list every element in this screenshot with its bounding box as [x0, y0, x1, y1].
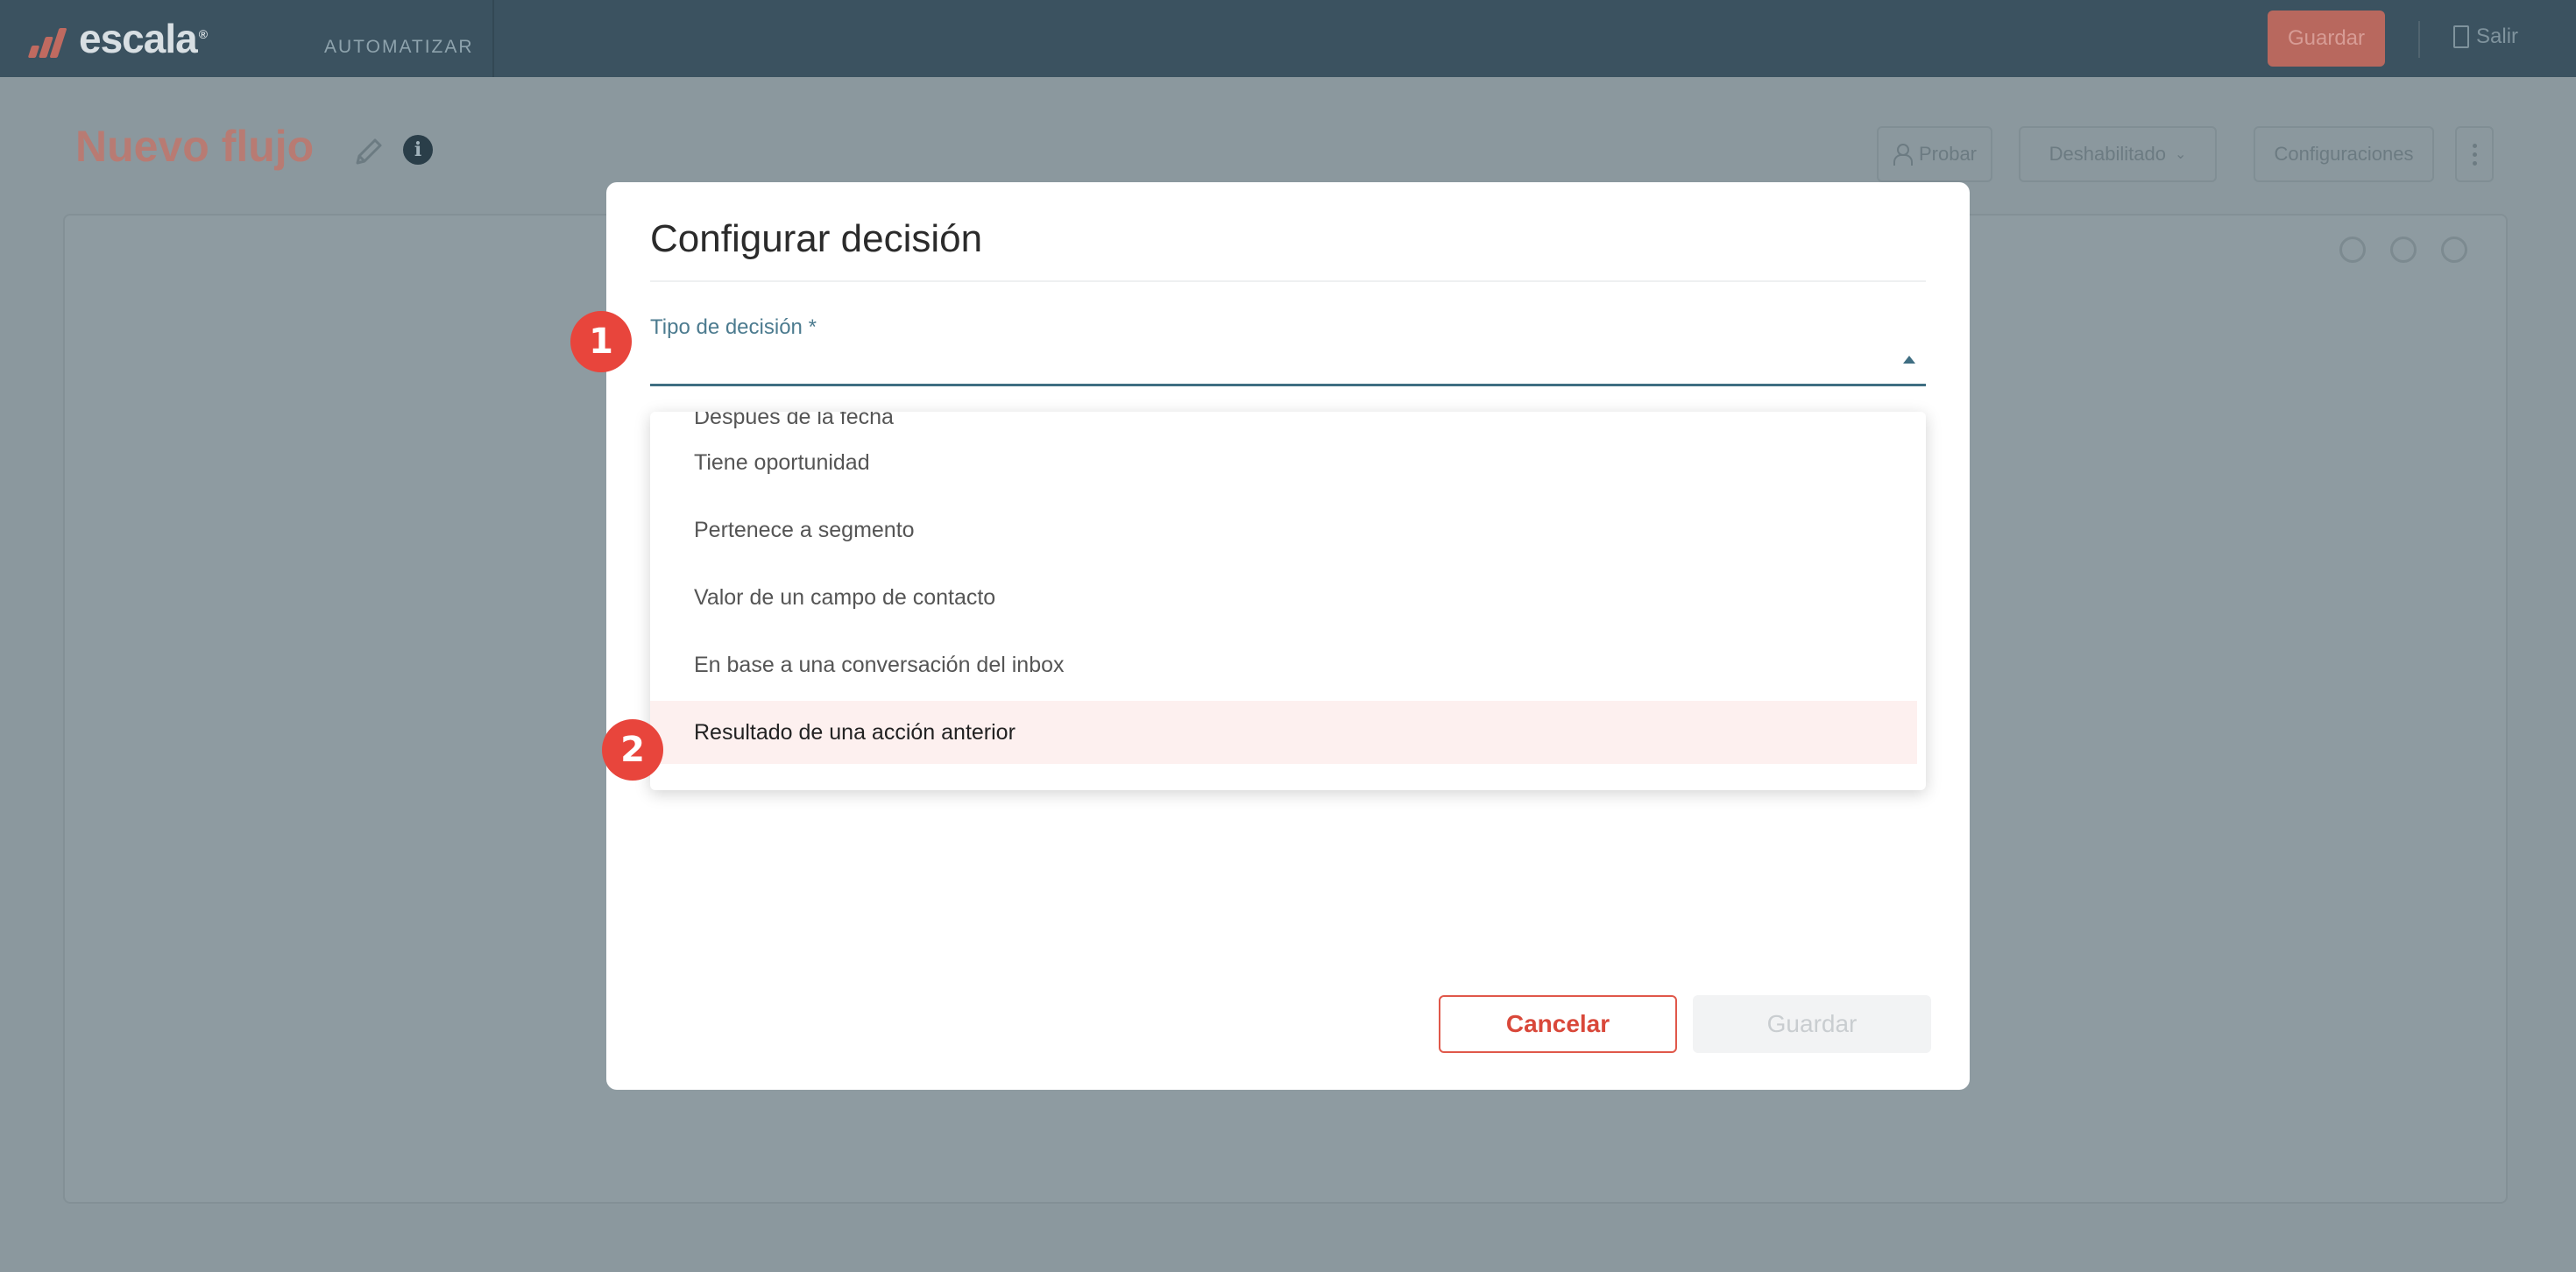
modal-divider [650, 280, 1926, 282]
more-vertical-icon [2472, 143, 2477, 166]
step-badge-1: 1 [570, 311, 632, 372]
settings-button[interactable]: Configuraciones [2254, 126, 2434, 182]
status-label: Deshabilitado [2049, 143, 2166, 165]
top-navbar: escala ® AUTOMATIZAR Guardar Salir [0, 0, 2576, 77]
logo-text: escala ® [79, 16, 208, 61]
center-icon[interactable] [2390, 237, 2417, 263]
decision-type-select[interactable] [650, 384, 1926, 386]
exit-label: Salir [2476, 25, 2519, 48]
top-save-button[interactable]: Guardar [2268, 11, 2385, 67]
option-has-opportunity[interactable]: Tiene oportunidad [650, 431, 1926, 494]
decision-type-menu: Después de la fecha Tiene oportunidad Pe… [650, 412, 1926, 790]
flow-title: Nuevo flujo [75, 122, 315, 171]
more-options-button[interactable] [2455, 126, 2494, 182]
save-button[interactable]: Guardar [1693, 995, 1931, 1053]
caret-up-icon[interactable] [1903, 356, 1915, 364]
test-button[interactable]: Probar [1877, 126, 1992, 182]
configure-decision-modal: Configurar decisión Tipo de decisión * D… [606, 182, 1970, 1090]
chevron-down-icon: ⌄ [2174, 147, 2187, 162]
exit-icon [2453, 25, 2469, 48]
nav-automatizar[interactable]: AUTOMATIZAR [324, 37, 474, 58]
status-dropdown[interactable]: Deshabilitado ⌄ [2019, 126, 2217, 182]
nav-divider [492, 0, 494, 77]
exit-button[interactable]: Salir [2453, 25, 2518, 49]
edit-pencil-icon[interactable] [350, 133, 387, 170]
option-belongs-to-segment[interactable]: Pertenece a segmento [650, 498, 1926, 562]
canvas-toolbar [2339, 237, 2467, 263]
zoom-icon[interactable] [2339, 237, 2366, 263]
decision-type-label: Tipo de decisión * [650, 315, 817, 339]
cancel-button[interactable]: Cancelar [1439, 995, 1677, 1053]
info-icon[interactable]: i [403, 135, 433, 165]
logo-bars-icon [25, 16, 74, 61]
modal-title: Configurar decisión [650, 217, 983, 260]
settings-label: Configuraciones [2274, 143, 2414, 165]
option-previous-action-result[interactable]: Resultado de una acción anterior [650, 701, 1917, 764]
test-button-label: Probar [1918, 143, 1978, 165]
person-icon [1893, 144, 1913, 166]
option-inbox-conversation[interactable]: En base a una conversación del inbox [650, 633, 1926, 696]
user-icon[interactable] [2441, 237, 2467, 263]
step-badge-2: 2 [602, 719, 663, 781]
option-contact-field-value[interactable]: Valor de un campo de contacto [650, 566, 1926, 629]
escala-logo[interactable]: escala ® [25, 16, 208, 61]
header-divider [2418, 21, 2420, 58]
